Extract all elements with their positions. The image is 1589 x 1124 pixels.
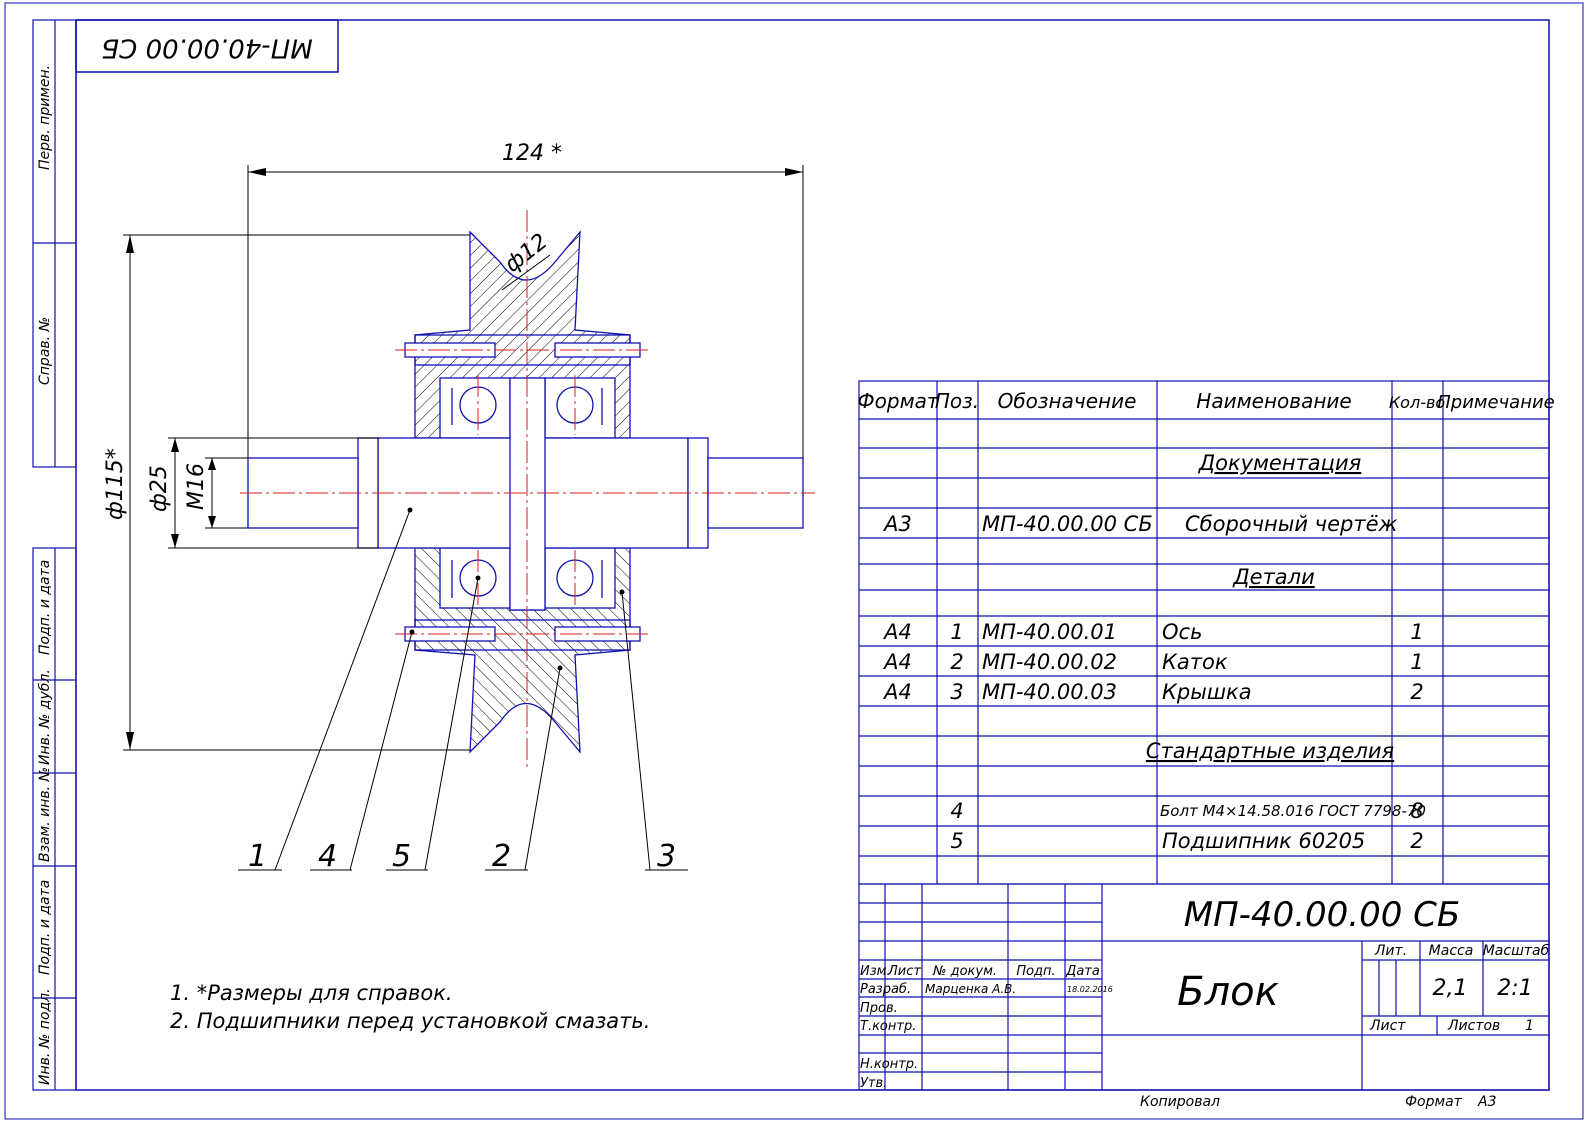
tb-row-prov: Пров. xyxy=(860,1001,898,1016)
spec-cell-name: Ось xyxy=(1162,620,1202,644)
tb-col-docum: № докум. xyxy=(932,964,997,979)
mirror-code-text: МП-40.00.00 СБ xyxy=(101,33,312,63)
spec-cell-pos: 5 xyxy=(950,829,963,853)
assembly-drawing xyxy=(247,230,804,754)
side-label-sprav: Справ. № xyxy=(37,317,53,385)
tb-scale-value: 2:1 xyxy=(1497,976,1532,1001)
spec-cell-name: Болт М4×14.58.016 ГОСТ 7798-70 xyxy=(1160,802,1426,820)
tb-col-izm: Изм. xyxy=(860,964,891,979)
tb-col-list: Лист xyxy=(887,964,921,979)
tb-developer: Марценка А.В. xyxy=(925,982,1016,996)
spec-cell-code: МП-40.00.00 СБ xyxy=(982,512,1153,536)
spec-cell-format: А3 xyxy=(882,512,912,536)
sheet-footer: Копировал Формат А3 xyxy=(1140,1094,1496,1110)
title-name: Блок xyxy=(1177,969,1279,1015)
dim-outer-diameter: ф115* xyxy=(103,448,128,520)
spec-section-standard: Стандартные изделия xyxy=(1146,739,1394,763)
tb-col-data: Дата xyxy=(1065,964,1100,979)
tb-scale-label: Масштаб xyxy=(1483,943,1550,959)
mirror-code-box: МП-40.00.00 СБ xyxy=(75,19,339,73)
spec-cell-name: Крышка xyxy=(1162,680,1252,704)
spec-section-details: Детали xyxy=(1232,565,1315,589)
footer-format-value: А3 xyxy=(1477,1094,1496,1110)
tb-lit-label: Лит. xyxy=(1374,943,1407,959)
dim-groove: ф12 xyxy=(500,229,552,278)
spec-cell-qty: 1 xyxy=(1410,650,1423,674)
spec-section-docs: Документация xyxy=(1198,451,1362,475)
side-label-podp-data-2: Подп. и дата xyxy=(37,880,53,975)
note-2: 2. Подшипники перед установкой смазать. xyxy=(170,1009,650,1033)
side-label-podp-data-1: Подп. и дата xyxy=(37,560,53,655)
side-label-inv-podl: Инв. № подл. xyxy=(37,988,53,1085)
footer-copied: Копировал xyxy=(1140,1094,1220,1110)
spec-cell-code: МП-40.00.01 xyxy=(982,620,1117,644)
spec-cell-qty: 8 xyxy=(1410,799,1423,823)
spec-cell-pos: 1 xyxy=(950,620,963,644)
spec-cell-pos: 3 xyxy=(950,680,963,704)
tb-sheet-label: Лист xyxy=(1369,1018,1406,1034)
bearing-lower-left xyxy=(439,547,511,609)
spec-cell-qty: 2 xyxy=(1410,829,1423,853)
tb-row-razrab: Разраб. xyxy=(860,982,911,997)
tb-date: 18.02.2016 xyxy=(1067,985,1113,994)
spec-cell-name: Сборочный чертёж xyxy=(1185,512,1397,536)
tb-row-tkontr: Т.контр. xyxy=(860,1019,916,1034)
spec-cell-name: Подшипник 60205 xyxy=(1162,829,1365,853)
spec-header-note: Примечание xyxy=(1437,392,1555,413)
tb-mass-value: 2,1 xyxy=(1433,976,1468,1001)
bearing-upper-right xyxy=(544,377,616,439)
dim-shaft-diameter: ф25 xyxy=(147,465,172,512)
spec-header-name: Наименование xyxy=(1196,389,1351,413)
spec-cell-qty: 1 xyxy=(1410,620,1423,644)
tb-row-nkontr: Н.контр. xyxy=(860,1057,918,1072)
side-label-vzam-inv: Взам. инв. № xyxy=(37,767,53,862)
side-stamp-labels: Перв. примен. Справ. № Подп. и дата Инв.… xyxy=(37,65,53,1085)
title-block-texts: МП-40.00.00 СБ Блок Изм. Лист № докум. П… xyxy=(860,895,1550,1091)
spec-cell-format: А4 xyxy=(882,650,912,674)
spec-table-rows: Документация А3 МП-40.00.00 СБ Сборочный… xyxy=(882,451,1426,853)
spec-cell-name: Каток xyxy=(1162,650,1228,674)
spec-header-code: Обозначение xyxy=(998,389,1137,413)
dim-length-124: 124 * xyxy=(502,141,562,166)
technical-notes: 1. *Размеры для справок. 2. Подшипники п… xyxy=(170,981,650,1033)
callout-3: 3 xyxy=(657,839,676,874)
tb-sheets-label: Листов xyxy=(1447,1018,1500,1034)
title-designation: МП-40.00.00 СБ xyxy=(1184,895,1460,935)
footer-format-label: Формат xyxy=(1405,1094,1463,1110)
callout-1: 1 xyxy=(248,839,267,874)
spec-cell-code: МП-40.00.02 xyxy=(982,650,1117,674)
spec-cell-qty: 2 xyxy=(1410,680,1423,704)
note-1: 1. *Размеры для справок. xyxy=(170,981,453,1005)
callout-labels: 1 4 5 2 3 xyxy=(248,839,676,874)
tb-mass-label: Масса xyxy=(1429,943,1474,959)
side-label-inv-dubl: Инв. № дубл. xyxy=(37,669,53,765)
dim-thread: M16 xyxy=(184,463,209,510)
tb-sheets-count: 1 xyxy=(1525,1018,1534,1034)
spec-cell-pos: 2 xyxy=(950,650,963,674)
tb-row-utv: Утв. xyxy=(860,1076,887,1091)
bearing-lower-right xyxy=(544,547,616,609)
callout-2: 2 xyxy=(492,839,511,874)
tb-col-podp: Подп. xyxy=(1016,964,1055,979)
drawing-sheet: Перв. примен. Справ. № Подп. и дата Инв.… xyxy=(4,2,1584,1120)
side-label-perv-primen: Перв. примен. xyxy=(37,65,53,170)
callout-5: 5 xyxy=(392,839,411,874)
spec-cell-code: МП-40.00.03 xyxy=(982,680,1117,704)
spec-header-pos: Поз. xyxy=(935,389,979,413)
spec-cell-format: А4 xyxy=(882,620,912,644)
callout-4: 4 xyxy=(318,839,337,874)
spec-cell-format: А4 xyxy=(882,680,912,704)
spec-cell-pos: 4 xyxy=(950,799,963,823)
spec-header-format: Формат xyxy=(857,389,939,413)
spec-table-headers: Формат Поз. Обозначение Наименование Кол… xyxy=(857,389,1554,413)
